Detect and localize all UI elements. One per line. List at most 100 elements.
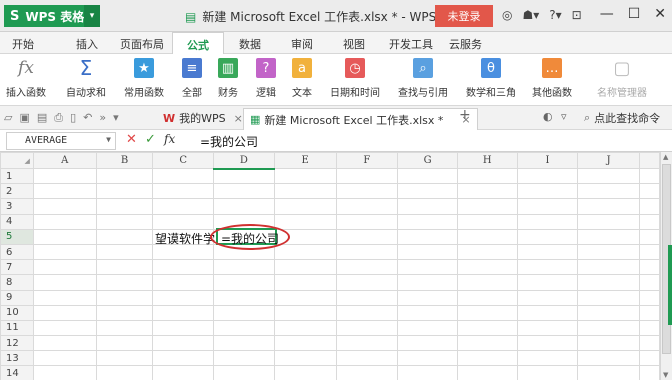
all-functions-button[interactable]: ≡ 全部 — [182, 58, 202, 99]
cell[interactable] — [456, 213, 518, 230]
cell[interactable] — [639, 183, 660, 200]
column-header[interactable] — [639, 152, 660, 169]
insert-function-button[interactable]: fx 插入函数 — [6, 58, 46, 99]
sync-icon[interactable]: ◐ — [543, 110, 553, 123]
row-header[interactable]: 10 — [0, 304, 34, 321]
cell[interactable] — [32, 228, 97, 245]
cell[interactable] — [335, 319, 399, 337]
math-functions-button[interactable]: θ 数学和三角 — [466, 58, 516, 99]
cell[interactable] — [95, 243, 154, 261]
row-header[interactable]: 6 — [0, 243, 34, 261]
cell[interactable] — [516, 167, 579, 185]
cell[interactable] — [213, 350, 275, 367]
row-header[interactable]: 14 — [0, 365, 34, 380]
cell[interactable] — [577, 213, 641, 230]
cell[interactable] — [397, 183, 458, 200]
cell[interactable] — [273, 259, 337, 276]
insert-function-fx[interactable]: fx — [164, 132, 175, 146]
cell[interactable] — [516, 213, 579, 230]
restore-layout-icon[interactable]: ⊡ — [572, 8, 582, 22]
row-header[interactable]: 4 — [0, 213, 34, 230]
cell[interactable] — [335, 243, 399, 261]
logic-functions-button[interactable]: ? 逻辑 — [256, 58, 276, 99]
cell[interactable] — [213, 365, 275, 380]
cell[interactable] — [273, 213, 337, 230]
cell[interactable] — [273, 350, 337, 367]
cell[interactable] — [335, 183, 399, 200]
cell[interactable] — [516, 319, 579, 337]
text-functions-button[interactable]: a 文本 — [292, 58, 312, 99]
close-tab-icon[interactable]: × — [234, 112, 243, 125]
row-header[interactable]: 13 — [0, 350, 34, 367]
cell[interactable] — [213, 289, 275, 306]
scroll-down-icon[interactable]: ▼ — [663, 371, 668, 379]
tab-data[interactable]: 数据 — [239, 36, 261, 52]
cell[interactable] — [397, 243, 458, 261]
cell[interactable] — [152, 289, 215, 306]
cell[interactable] — [577, 167, 641, 185]
cell[interactable] — [577, 228, 641, 245]
tab-insert[interactable]: 插入 — [76, 36, 98, 52]
cell[interactable] — [456, 167, 518, 185]
cell[interactable] — [639, 243, 660, 261]
cell[interactable] — [32, 183, 97, 200]
cell[interactable] — [516, 335, 579, 352]
cancel-icon[interactable]: ✕ — [126, 132, 137, 147]
cell[interactable] — [152, 365, 215, 380]
undo-icon[interactable]: ↶ — [83, 111, 92, 125]
cell[interactable] — [456, 198, 518, 215]
row-header[interactable]: 11 — [0, 319, 34, 337]
cell[interactable] — [95, 183, 154, 200]
common-functions-button[interactable]: ★ 常用函数 — [124, 58, 164, 99]
cell[interactable] — [639, 365, 660, 380]
cell[interactable] — [456, 259, 518, 276]
cell[interactable] — [32, 319, 97, 337]
cell[interactable] — [213, 167, 275, 185]
autosum-button[interactable]: Σ 自动求和 — [66, 56, 106, 99]
cell[interactable] — [639, 350, 660, 367]
cell[interactable] — [397, 289, 458, 306]
cell[interactable] — [335, 274, 399, 291]
tab-cloud[interactable]: 云服务 — [449, 36, 482, 52]
cell[interactable] — [516, 183, 579, 200]
cell[interactable] — [273, 243, 337, 261]
row-header[interactable]: 12 — [0, 335, 34, 352]
cell[interactable] — [335, 198, 399, 215]
help-icon[interactable]: ?▾ — [549, 8, 561, 22]
cell[interactable] — [335, 304, 399, 321]
cell[interactable] — [95, 304, 154, 321]
login-button[interactable]: 未登录 — [435, 5, 493, 27]
cell[interactable] — [577, 243, 641, 261]
cell[interactable] — [516, 289, 579, 306]
cell[interactable] — [152, 183, 215, 200]
row-header[interactable]: 2 — [0, 183, 34, 200]
cell[interactable] — [32, 213, 97, 230]
cell[interactable] — [95, 335, 154, 352]
cell[interactable] — [95, 228, 154, 245]
cell[interactable] — [639, 198, 660, 215]
customize-icon[interactable]: ▾ — [113, 111, 119, 125]
cell[interactable] — [456, 274, 518, 291]
row-header[interactable]: 7 — [0, 259, 34, 276]
tab-formulas[interactable]: 公式 — [172, 32, 224, 55]
column-header[interactable]: C — [152, 152, 215, 169]
cell[interactable] — [516, 198, 579, 215]
cell[interactable] — [152, 350, 215, 367]
chevron-down-icon[interactable]: ▼ — [106, 135, 111, 144]
app-menu-button[interactable]: S WPS 表格 ▾ — [4, 5, 100, 27]
column-header[interactable]: A — [32, 152, 97, 169]
cell[interactable] — [639, 228, 660, 245]
cell[interactable] — [32, 335, 97, 352]
row-header-selected[interactable]: 5 — [0, 228, 34, 245]
cell[interactable] — [397, 198, 458, 215]
cell[interactable] — [397, 259, 458, 276]
cell[interactable] — [152, 198, 215, 215]
cell[interactable] — [577, 198, 641, 215]
cell[interactable] — [335, 365, 399, 380]
column-header[interactable]: E — [273, 152, 337, 169]
cell[interactable] — [273, 289, 337, 306]
cell[interactable] — [397, 319, 458, 337]
cell[interactable] — [95, 319, 154, 337]
cell[interactable] — [273, 365, 337, 380]
cell[interactable] — [577, 319, 641, 337]
